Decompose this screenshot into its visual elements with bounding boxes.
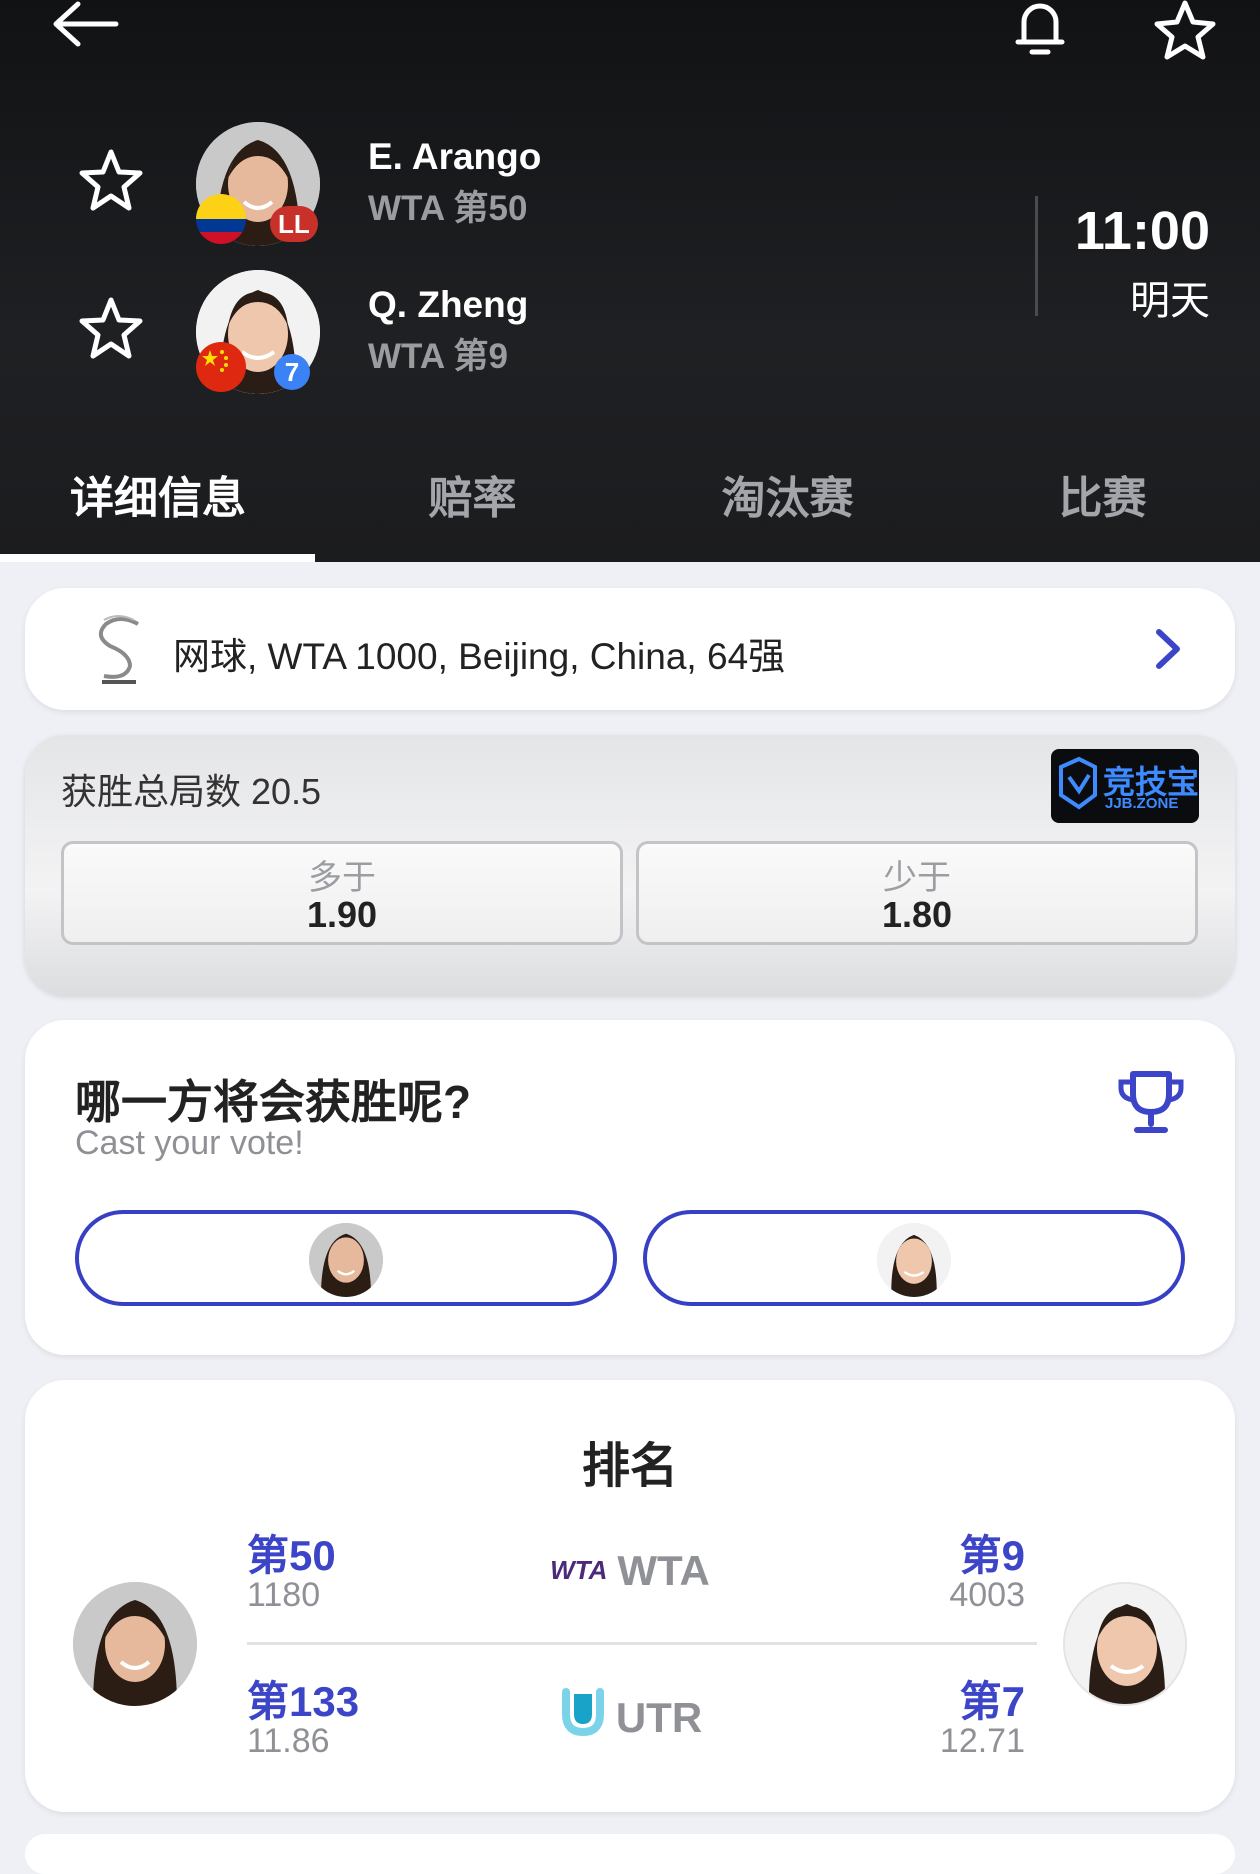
- colombia-flag-icon: [196, 194, 246, 244]
- wta-org-name: WTA: [617, 1546, 710, 1594]
- sponsor-logo[interactable]: 竞技宝 JJB.ZONE: [1051, 749, 1199, 823]
- back-arrow-icon[interactable]: [50, 0, 120, 52]
- odds-card: 获胜总局数 20.5 竞技宝 JJB.ZONE 多于 1.90 少于 1.80: [25, 735, 1235, 995]
- odds-title: 获胜总局数 20.5: [61, 771, 322, 812]
- utr-org-name: UTR: [615, 1694, 703, 1741]
- divider: [247, 1642, 1037, 1645]
- utr-logo-icon: [558, 1688, 608, 1748]
- player-row-1[interactable]: LL E. Arango WTA 第50: [0, 122, 1000, 252]
- tab-knockout[interactable]: 淘汰赛: [630, 462, 945, 526]
- utr-label: UTR: [25, 1688, 1235, 1748]
- next-card: [25, 1834, 1235, 1874]
- player-favorite-star-icon[interactable]: [78, 296, 144, 362]
- wta-logo: WTA: [550, 1555, 608, 1586]
- bell-icon[interactable]: [1010, 0, 1070, 60]
- tournament-info: 网球, WTA 1000, Beijing, China, 64强: [173, 636, 786, 677]
- player-rank: WTA 第50: [368, 189, 528, 228]
- odds-option-label: 少于: [883, 859, 951, 897]
- sponsor-domain: JJB.ZONE: [1105, 795, 1179, 812]
- player-avatar: [877, 1223, 951, 1297]
- right-wta-rank: 第9: [959, 1532, 1025, 1579]
- under-odds-button[interactable]: 少于 1.80: [636, 841, 1198, 945]
- active-tab-indicator: [0, 554, 315, 562]
- tournament-logo-icon: [80, 610, 160, 690]
- right-utr-rank: 第7: [959, 1678, 1025, 1725]
- player-row-2[interactable]: 7 Q. Zheng WTA 第9: [0, 270, 1000, 400]
- ranking-card: 排名 第50 1180 WTA WTA 第9 4003 第133 11.86 UT…: [25, 1380, 1235, 1812]
- match-day: 明天: [1130, 279, 1210, 323]
- favorite-star-icon[interactable]: [1150, 0, 1220, 60]
- ranking-title: 排名: [581, 1440, 678, 1493]
- player-avatar: [309, 1223, 383, 1297]
- vote-title: 哪一方将会获胜呢?: [75, 1076, 472, 1128]
- over-odds-button[interactable]: 多于 1.90: [61, 841, 623, 945]
- divider: [1035, 196, 1038, 316]
- tab-odds[interactable]: 赔率: [315, 462, 630, 526]
- tab-bar: 详细信息 赔率 淘汰赛 比赛: [0, 440, 1260, 562]
- player-rank: WTA 第9: [368, 337, 508, 376]
- vote-player-2-button[interactable]: [643, 1210, 1185, 1306]
- odds-option-value: 1.80: [881, 894, 953, 935]
- right-utr-rating: 12.71: [939, 1722, 1025, 1760]
- match-time: 11:00: [1074, 201, 1210, 261]
- match-header: LL E. Arango WTA 第50 7 Q. Zheng WTA 第9 1…: [0, 0, 1260, 562]
- chevron-right-icon[interactable]: [1149, 626, 1185, 672]
- odds-option-label: 多于: [308, 859, 376, 897]
- vote-player-1-button[interactable]: [75, 1210, 617, 1306]
- odds-option-value: 1.90: [306, 894, 378, 935]
- player-name: Q. Zheng: [368, 284, 529, 325]
- seed-badge: 7: [274, 354, 310, 390]
- player-name: E. Arango: [368, 136, 542, 177]
- trophy-icon[interactable]: [1117, 1068, 1185, 1136]
- tournament-card[interactable]: 网球, WTA 1000, Beijing, China, 64强: [25, 588, 1235, 710]
- china-flag-icon: [196, 342, 246, 392]
- vote-card: 哪一方将会获胜呢? Cast your vote!: [25, 1020, 1235, 1355]
- vote-subtitle: Cast your vote!: [75, 1124, 304, 1162]
- seed-badge: LL: [270, 206, 318, 242]
- tab-matches[interactable]: 比赛: [945, 462, 1260, 526]
- wta-label: WTA WTA: [25, 1544, 1235, 1595]
- right-wta-points: 4003: [949, 1576, 1025, 1614]
- player-favorite-star-icon[interactable]: [78, 148, 144, 214]
